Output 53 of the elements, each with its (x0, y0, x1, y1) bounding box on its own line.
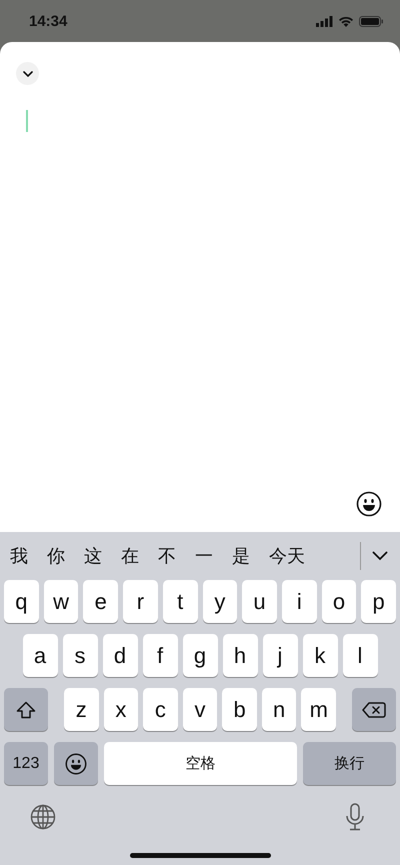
letter-key[interactable]: y (202, 580, 238, 623)
letter-key[interactable]: x (104, 688, 138, 731)
candidate-word[interactable]: 你 (47, 544, 65, 568)
shift-arrow-icon (16, 700, 36, 718)
microphone-icon[interactable] (345, 803, 365, 831)
return-key[interactable]: 换行 (303, 742, 396, 785)
status-time: 14:34 (29, 12, 68, 30)
letter-key[interactable]: m (301, 688, 336, 731)
candidate-word[interactable]: 我 (10, 544, 28, 568)
numbers-key[interactable]: 123 (4, 742, 48, 785)
letter-key[interactable]: b (222, 688, 257, 731)
letter-key[interactable]: v (182, 688, 218, 731)
letter-key[interactable]: j (262, 634, 298, 677)
letter-key[interactable]: t (162, 580, 198, 623)
globe-icon[interactable] (30, 804, 56, 830)
signal-icon (316, 16, 333, 26)
backspace-icon (362, 702, 386, 718)
chevron-down-icon (22, 70, 32, 76)
letter-key[interactable]: z (64, 688, 99, 731)
delete-key[interactable] (352, 688, 396, 731)
letter-key[interactable]: g (182, 634, 218, 677)
emoji-key[interactable] (54, 742, 98, 785)
candidate-word[interactable]: 在 (121, 544, 139, 568)
candidate-word[interactable]: 不 (158, 544, 176, 568)
letter-key[interactable]: s (62, 634, 98, 677)
collapse-button[interactable] (16, 62, 39, 85)
letter-key[interactable]: e (83, 580, 118, 623)
space-key[interactable]: 空格 (104, 742, 297, 785)
wifi-icon (338, 16, 354, 26)
candidate-word[interactable]: 今天 (269, 544, 305, 568)
letter-key[interactable]: q (4, 580, 39, 623)
smiley-icon (65, 752, 87, 774)
letter-key[interactable]: d (102, 634, 138, 677)
candidate-word[interactable]: 是 (232, 544, 250, 568)
letter-key[interactable]: u (242, 580, 277, 623)
shift-key[interactable] (4, 688, 48, 731)
candidate-word[interactable]: 一 (195, 544, 213, 568)
letter-key[interactable]: r (123, 580, 158, 623)
letter-key[interactable]: p (361, 580, 396, 623)
letter-key[interactable]: i (282, 580, 317, 623)
candidate-word[interactable]: 这 (84, 544, 102, 568)
letter-key[interactable]: k (302, 634, 338, 677)
letter-key[interactable]: c (143, 688, 178, 731)
letter-key[interactable]: w (44, 580, 78, 623)
letter-key[interactable]: o (322, 580, 356, 623)
letter-key[interactable]: f (142, 634, 178, 677)
letter-key[interactable]: n (262, 688, 296, 731)
letter-key[interactable]: a (22, 634, 58, 677)
letter-key[interactable]: h (222, 634, 258, 677)
battery-icon (359, 16, 384, 26)
chevron-down-icon[interactable] (372, 551, 388, 561)
emoji-icon[interactable] (356, 491, 382, 517)
letter-key[interactable]: l (342, 634, 378, 677)
